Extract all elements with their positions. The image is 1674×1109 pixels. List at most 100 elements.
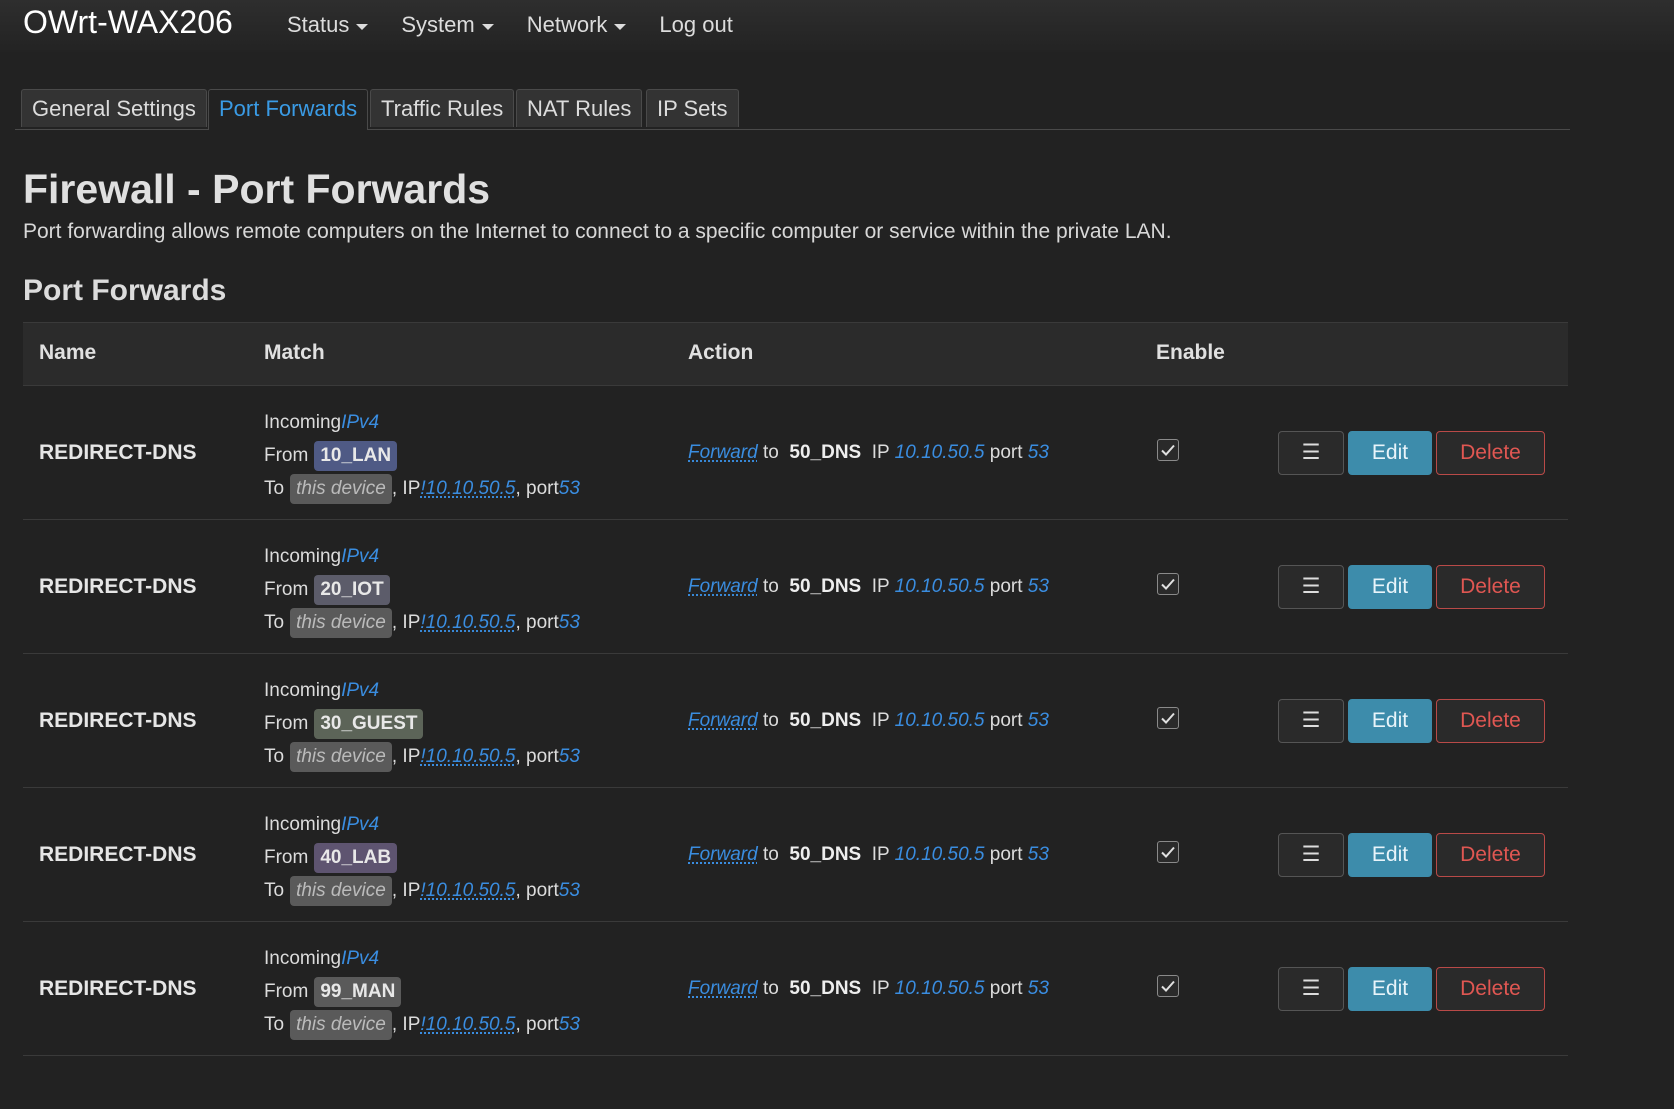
from-label: From <box>264 846 309 868</box>
main-menu: Status System Network Log out <box>287 12 766 38</box>
match-port-value: 53 <box>558 477 580 499</box>
dest-port-value: 53 <box>1027 710 1049 731</box>
enable-checkbox[interactable] <box>1157 975 1179 997</box>
dest-ip-label: IP <box>871 978 890 999</box>
menu-network[interactable]: Network <box>527 12 627 38</box>
family-value: IPv4 <box>341 679 380 701</box>
to-label: To <box>264 1013 285 1035</box>
dest-ip-value: 10.10.50.5 <box>894 710 985 731</box>
port-label: , port <box>515 611 559 633</box>
from-label: From <box>264 980 309 1002</box>
reorder-menu-button[interactable]: ☰ <box>1278 967 1344 1011</box>
edit-button[interactable]: Edit <box>1348 967 1432 1011</box>
action-cell: Forward to 50_DNS IP 10.10.50.5 port 53 <box>688 978 1049 1000</box>
incoming-label: Incoming <box>264 545 342 567</box>
delete-button[interactable]: Delete <box>1436 967 1545 1011</box>
tab-general-settings[interactable]: General Settings <box>21 89 207 127</box>
dest-port-label: port <box>989 844 1023 865</box>
enable-checkbox[interactable] <box>1157 707 1179 729</box>
source-zone-badge: 99_MAN <box>314 976 402 1007</box>
enable-checkbox[interactable] <box>1157 573 1179 595</box>
edit-button[interactable]: Edit <box>1348 565 1432 609</box>
ip-label: , IP <box>391 745 421 767</box>
dest-port-label: port <box>989 978 1023 999</box>
rule-name: REDIRECT-DNS <box>39 575 197 598</box>
brand-title[interactable]: OWrt-WAX206 <box>23 4 233 41</box>
incoming-label: Incoming <box>264 679 342 701</box>
dest-port-value: 53 <box>1027 442 1049 463</box>
dest-port-value: 53 <box>1027 844 1049 865</box>
column-header-enable: Enable <box>1156 341 1225 364</box>
table-row: REDIRECT-DNS Incoming IPv4 From 20_IOT To… <box>23 520 1568 654</box>
check-icon <box>1161 578 1175 590</box>
this-device-badge: this device <box>290 741 392 772</box>
from-label: From <box>264 712 309 734</box>
menu-logout-label: Log out <box>659 12 733 37</box>
section-title: Port Forwards <box>23 274 227 307</box>
dest-ip-label: IP <box>871 710 890 731</box>
match-ip-link[interactable]: !10.10.50.5 <box>420 880 515 902</box>
incoming-label: Incoming <box>264 813 342 835</box>
delete-button[interactable]: Delete <box>1436 699 1545 743</box>
tab-port-forwards[interactable]: Port Forwards <box>208 89 369 130</box>
table-row: REDIRECT-DNS Incoming IPv4 From 30_GUEST … <box>23 654 1568 788</box>
enable-checkbox[interactable] <box>1157 841 1179 863</box>
this-device-badge: this device <box>290 875 392 906</box>
match-ip-link[interactable]: !10.10.50.5 <box>420 746 515 768</box>
edit-button[interactable]: Edit <box>1348 699 1432 743</box>
page-title: Firewall - Port Forwards <box>23 166 491 212</box>
menu-network-label: Network <box>526 12 608 37</box>
forward-link[interactable]: Forward <box>688 576 758 597</box>
forward-link[interactable]: Forward <box>688 844 758 865</box>
match-ip-link[interactable]: !10.10.50.5 <box>420 478 515 500</box>
table-header: Name Match Action Enable <box>23 322 1568 386</box>
family-value: IPv4 <box>341 411 380 433</box>
delete-button[interactable]: Delete <box>1436 431 1545 475</box>
menu-logout[interactable]: Log out <box>659 12 732 38</box>
rule-name: REDIRECT-DNS <box>39 977 197 1000</box>
rule-name: REDIRECT-DNS <box>39 441 197 464</box>
action-cell: Forward to 50_DNS IP 10.10.50.5 port 53 <box>688 576 1049 598</box>
forward-link[interactable]: Forward <box>688 442 758 463</box>
rule-name: REDIRECT-DNS <box>39 843 197 866</box>
forward-link[interactable]: Forward <box>688 710 758 731</box>
match-ip-link[interactable]: !10.10.50.5 <box>420 612 515 634</box>
source-zone-badge: 40_LAB <box>314 842 398 873</box>
to-label: To <box>264 611 285 633</box>
caret-down-icon <box>356 23 369 30</box>
menu-system[interactable]: System <box>401 12 494 38</box>
column-header-name: Name <box>39 341 97 364</box>
reorder-menu-button[interactable]: ☰ <box>1278 431 1344 475</box>
source-zone-badge: 30_GUEST <box>314 708 424 739</box>
action-cell: Forward to 50_DNS IP 10.10.50.5 port 53 <box>688 844 1049 866</box>
dest-port-label: port <box>989 576 1023 597</box>
incoming-label: Incoming <box>264 947 342 969</box>
to-label: To <box>264 477 285 499</box>
reorder-menu-button[interactable]: ☰ <box>1278 565 1344 609</box>
tab-traffic-rules[interactable]: Traffic Rules <box>370 89 515 127</box>
port-label: , port <box>515 745 559 767</box>
tab-nat-rules[interactable]: NAT Rules <box>516 89 643 127</box>
family-value: IPv4 <box>341 813 380 835</box>
forward-link[interactable]: Forward <box>688 978 758 999</box>
reorder-menu-button[interactable]: ☰ <box>1278 833 1344 877</box>
enable-checkbox[interactable] <box>1157 439 1179 461</box>
edit-button[interactable]: Edit <box>1348 431 1432 475</box>
dest-zone: 50_DNS <box>789 710 862 731</box>
edit-button[interactable]: Edit <box>1348 833 1432 877</box>
delete-button[interactable]: Delete <box>1436 565 1545 609</box>
ip-label: , IP <box>391 1013 421 1035</box>
column-header-match: Match <box>264 341 325 364</box>
dest-port-value: 53 <box>1027 978 1049 999</box>
check-icon <box>1161 444 1175 456</box>
to-word: to <box>762 442 779 463</box>
reorder-menu-button[interactable]: ☰ <box>1278 699 1344 743</box>
match-cell: Incoming IPv4 From 40_LAB To this device, … <box>264 808 580 907</box>
match-cell: Incoming IPv4 From 30_GUEST To this device… <box>264 674 580 773</box>
tab-ip-sets[interactable]: IP Sets <box>646 89 739 127</box>
port-forwards-table: Name Match Action Enable REDIRECT-DNS In… <box>23 322 1568 1056</box>
port-label: , port <box>515 477 559 499</box>
match-ip-link[interactable]: !10.10.50.5 <box>420 1014 515 1036</box>
delete-button[interactable]: Delete <box>1436 833 1545 877</box>
menu-status[interactable]: Status <box>287 12 369 38</box>
